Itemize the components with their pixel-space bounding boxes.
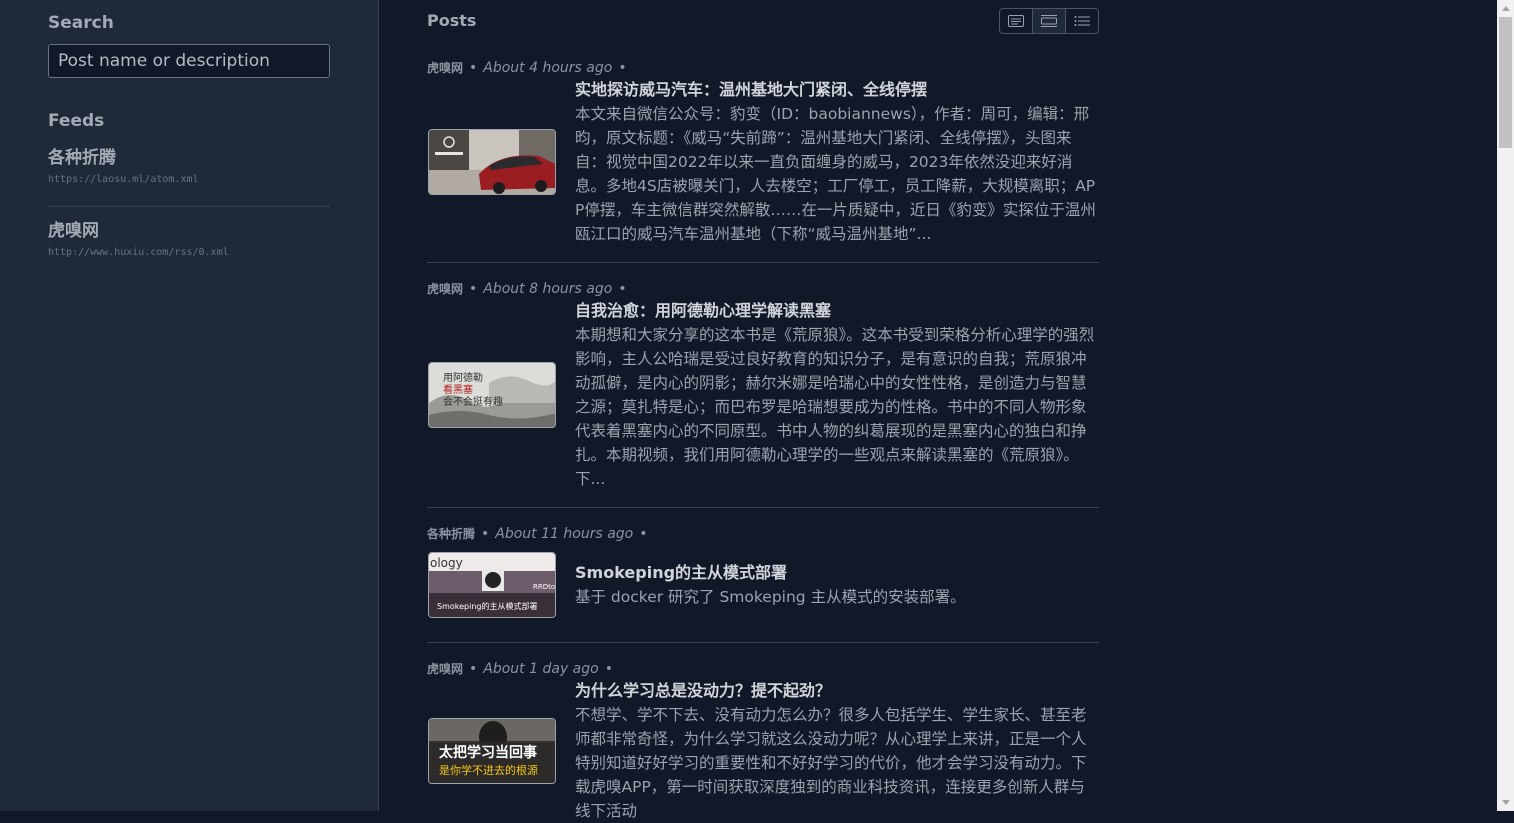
feeds-heading: Feeds — [48, 111, 105, 131]
post-time: About 11 hours ago — [495, 526, 634, 542]
thumb-text: 是你学不进去的根源 — [439, 763, 538, 777]
card-view-button[interactable] — [1000, 9, 1033, 33]
feed-name[interactable]: 虎嗅网 — [48, 220, 330, 242]
sidebar: Search Feeds 各种折腾 https://laosu.ml/atom.… — [0, 0, 379, 811]
post-description: 不想学、学不下去、没有动力怎么办？很多人包括学生、学生家长、甚至老师都非常奇怪，… — [575, 706, 1087, 820]
post-meta: 虎嗅网 • About 8 hours ago • — [427, 281, 627, 297]
post-divider — [427, 642, 1099, 643]
thumb-text: 看黑塞 — [443, 383, 473, 396]
post-item[interactable]: 虎嗅网 • About 8 hours ago • 用阿德勒 看黑塞 会不会挺有趣 自… — [427, 280, 1099, 508]
post-body: Smokeping的主从模式部署 基于 docker 研究了 Smokeping… — [575, 561, 1100, 609]
thumb-text: ology — [430, 556, 463, 570]
list-view-button[interactable] — [1066, 9, 1098, 33]
search-heading: Search — [48, 13, 114, 33]
scrollbar-thumb[interactable] — [1499, 17, 1512, 148]
post-meta: 虎嗅网 • About 4 hours ago • — [427, 60, 627, 76]
post-title[interactable]: 实地探访威马汽车：温州基地大门紧闭、全线停摆 — [575, 78, 1100, 102]
landscape-painting-image: 用阿德勒 看黑塞 会不会挺有趣 — [429, 363, 555, 427]
feed-divider — [48, 206, 330, 207]
search-input[interactable] — [48, 44, 330, 78]
list-view-icon — [1074, 16, 1090, 26]
caret-up-icon — [1501, 6, 1510, 11]
feed-item[interactable]: 各种折腾 https://laosu.ml/atom.xml — [48, 147, 330, 185]
thumb-text: 用阿德勒 — [443, 371, 483, 384]
post-source[interactable]: 虎嗅网 — [427, 662, 463, 676]
feed-name[interactable]: 各种折腾 — [48, 147, 330, 169]
compact-view-button[interactable] — [1033, 9, 1066, 33]
post-source[interactable]: 各种折腾 — [427, 527, 475, 541]
post-meta: 各种折腾 • About 11 hours ago • — [427, 526, 648, 542]
scroll-down-button[interactable] — [1497, 794, 1514, 811]
post-thumbnail[interactable] — [428, 129, 556, 195]
post-divider — [427, 262, 1099, 263]
post-title[interactable]: 为什么学习总是没动力？提不起劲？ — [575, 679, 1100, 703]
post-thumbnail[interactable]: 太把学习当回事 是你学不进去的根源 — [428, 718, 556, 784]
post-title[interactable]: Smokeping的主从模式部署 — [575, 561, 1100, 585]
vertical-scrollbar[interactable] — [1497, 0, 1514, 811]
post-body: 为什么学习总是没动力？提不起劲？ 不想学、学不下去、没有动力怎么办？很多人包括学… — [575, 679, 1100, 823]
smokeping-cover-image: ology Smokeping的主从模式部署 RRDto — [429, 553, 555, 617]
post-item[interactable]: 虎嗅网 • About 4 hours ago • 实地探访威马汽车：温州基地大门紧闭… — [427, 59, 1099, 263]
post-thumbnail[interactable]: 用阿德勒 看黑塞 会不会挺有趣 — [428, 362, 556, 428]
post-source[interactable]: 虎嗅网 — [427, 61, 463, 75]
post-item[interactable]: 虎嗅网 • About 1 day ago • 太把学习当回事 是你学不进去的根源 为… — [427, 660, 1099, 820]
post-body: 实地探访威马汽车：温州基地大门紧闭、全线停摆 本文来自微信公众号：豹变（ID：b… — [575, 78, 1100, 246]
post-divider — [427, 507, 1099, 508]
feed-item[interactable]: 虎嗅网 http://www.huxiu.com/rss/0.xml — [48, 220, 330, 258]
thumb-text: Smokeping的主从模式部署 — [437, 601, 537, 611]
card-view-icon — [1008, 15, 1024, 27]
view-mode-toggle — [999, 8, 1099, 34]
post-item[interactable]: 各种折腾 • About 11 hours ago • ology Smokeping… — [427, 525, 1099, 643]
compact-view-icon — [1041, 15, 1057, 27]
post-description: 基于 docker 研究了 Smokeping 主从模式的安装部署。 — [575, 588, 966, 606]
car-showroom-image — [429, 130, 555, 194]
thumb-text: 会不会挺有趣 — [443, 395, 503, 408]
post-thumbnail[interactable]: ology Smokeping的主从模式部署 RRDto — [428, 552, 556, 618]
post-time: About 4 hours ago — [483, 60, 613, 76]
post-title[interactable]: 自我治愈：用阿德勒心理学解读黑塞 — [575, 299, 1100, 323]
post-time: About 8 hours ago — [483, 281, 613, 297]
post-body: 自我治愈：用阿德勒心理学解读黑塞 本期想和大家分享的这本书是《荒原狼》。这本书受… — [575, 299, 1100, 491]
post-description: 本期想和大家分享的这本书是《荒原狼》。这本书受到荣格分析心理学的强烈影响，主人公… — [575, 326, 1095, 488]
post-description: 本文来自微信公众号：豹变（ID：baobiannews），作者：周可，编辑：邢昀… — [575, 105, 1096, 243]
feed-url: http://www.huxiu.com/rss/0.xml — [48, 247, 229, 258]
feed-url: https://laosu.ml/atom.xml — [48, 174, 199, 185]
post-time: About 1 day ago — [483, 661, 599, 677]
thumb-text: 太把学习当回事 — [439, 744, 537, 761]
page-title: Posts — [427, 11, 477, 30]
posts-panel: Posts 虎嗅网 • About 4 hours ago • 实地探访威马汽车… — [379, 0, 1497, 820]
post-meta: 虎嗅网 • About 1 day ago • — [427, 661, 613, 677]
post-source[interactable]: 虎嗅网 — [427, 282, 463, 296]
study-cover-image: 太把学习当回事 是你学不进去的根源 — [429, 719, 555, 783]
caret-down-icon — [1501, 800, 1510, 805]
scroll-up-button[interactable] — [1497, 0, 1514, 17]
thumb-text: RRDto — [533, 583, 555, 591]
